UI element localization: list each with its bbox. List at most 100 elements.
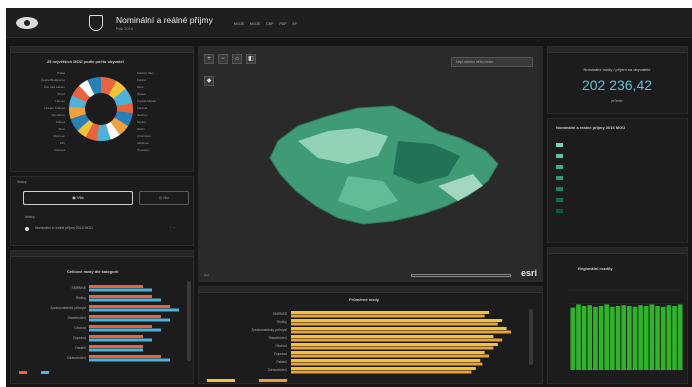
map-search-input[interactable]: Najít adresu nebo místo [451, 57, 533, 67]
esri-logo: esri [520, 268, 537, 278]
donut-label: Prostějov [137, 148, 150, 152]
page-subtitle: Rok 2016 [116, 26, 134, 31]
regional-bar [604, 304, 610, 370]
scrollbar[interactable] [187, 281, 191, 361]
donut-label: Karviná [137, 106, 148, 110]
avg-bar [291, 367, 476, 370]
regional-bar [627, 306, 632, 370]
avg-bar [291, 314, 485, 318]
legend-swatch [556, 209, 563, 213]
kpi-value: 202 236,42 [581, 77, 653, 93]
country-shape [269, 105, 499, 225]
home-button[interactable]: ⌂ [232, 54, 242, 64]
donut-label: Jablonec [137, 141, 150, 145]
map-attribution: Esri [204, 273, 210, 277]
legend-item [556, 165, 567, 169]
avg-tick-label: Ostatní [276, 360, 287, 364]
avg-bar [291, 351, 485, 354]
legend-swatch [19, 371, 27, 374]
avg-bar [291, 343, 498, 346]
legend-swatch [556, 154, 563, 158]
donut-title: 25 největších MOÚ podle počtu obyvatel [47, 59, 124, 64]
category-bar [89, 358, 170, 362]
legend-swatch [41, 371, 49, 374]
category-bar [89, 315, 161, 318]
legend-swatch [207, 379, 235, 382]
regional-bar [576, 304, 581, 370]
regional-bar-chart [570, 289, 684, 371]
basemap-button[interactable]: ◧ [246, 54, 256, 64]
nav-item[interactable]: MOJE [250, 22, 260, 26]
avg-bar [291, 322, 498, 326]
top-municipalities-panel: 25 největších MOÚ podle počtu obyvatel P… [10, 46, 194, 172]
category-bar [89, 345, 143, 348]
legend-swatch [259, 379, 287, 382]
emblem-icon [89, 15, 103, 31]
regional-panel: Regionální rozdíly [547, 247, 688, 384]
map-legend-panel: Nominální a reálné příjmy 2016 MOÚ [547, 118, 688, 243]
donut-label: Brno [58, 127, 65, 131]
panel-header [199, 287, 542, 293]
category-bar [89, 328, 161, 332]
regional-bar [677, 304, 683, 370]
regional-bar [598, 306, 604, 370]
category-bar [89, 305, 170, 308]
category-bar [89, 298, 161, 302]
select-none-button[interactable]: ◎ Nic [139, 191, 189, 205]
nav-item[interactable]: PDF [279, 22, 286, 26]
legend-title: Nominální a reálné příjmy 2016 MOÚ [556, 125, 626, 130]
avg-bar [291, 330, 511, 334]
nav-item[interactable]: CBP [266, 22, 273, 26]
regional-bar [587, 305, 593, 370]
donut-label: Teplice [137, 120, 147, 124]
legend-item [556, 209, 567, 213]
category-bar [89, 338, 152, 342]
regional-bar [638, 305, 643, 370]
category-bar [89, 285, 143, 288]
category-tick-label: Zpracovatelský průmysl [50, 306, 86, 310]
avg-bar [291, 370, 472, 374]
layers-header: Vrstvy [17, 180, 27, 184]
select-all-button[interactable]: ◉ Vše [23, 191, 133, 205]
zoom-in-button[interactable]: + [204, 54, 214, 64]
regional-bar [660, 306, 666, 370]
category-bar [89, 295, 152, 298]
avg-bar [291, 335, 494, 338]
locate-icon[interactable]: ◆ [204, 76, 214, 86]
legend-item [556, 176, 567, 180]
layer-visible-icon[interactable] [25, 227, 29, 231]
header-nav: MOJE MOJE CBP PDF EF [234, 22, 297, 26]
layers-section-label: Vrstvy [25, 215, 35, 219]
legend-swatch [556, 176, 563, 180]
category-tick-label: Zdravotnictví [67, 356, 86, 360]
donut-label: Ústí nad Labem [43, 85, 65, 89]
zoom-out-button[interactable]: − [218, 54, 228, 64]
average-wages-panel: Průměrné mzdy SMRNSE Služby Zpracovatelský… [198, 286, 543, 384]
nav-item[interactable]: EF [293, 22, 298, 26]
average-wages-chart: SMRNSE Služby Zpracovatelský průmysl Staveb… [251, 311, 511, 374]
avg-tick-label: Služby [277, 320, 287, 324]
category-bar [89, 288, 152, 292]
nav-item[interactable]: MOJE [234, 22, 244, 26]
avg-bar [291, 327, 507, 330]
scrollbar[interactable] [529, 309, 533, 365]
avg-tick-label: Doprava [274, 352, 287, 356]
category-bar [89, 308, 179, 312]
category-bar [89, 335, 143, 338]
panel-header [11, 251, 193, 257]
layers-panel: Vrstvy ◉ Vše ◎ Nic Vrstvy Nominální a re… [10, 176, 194, 246]
donut-label: Liberec [55, 99, 65, 103]
category-tick-label: Ostatní [75, 346, 86, 350]
legend-item [556, 187, 567, 191]
avg-tick-label: SMRNSE [272, 312, 287, 316]
legend-item [556, 154, 567, 158]
kpi-panel: Nominální mzdy / příjem na obyvatele 202… [547, 46, 688, 114]
layer-name: Nominální a reálné příjmy 2016 MOÚ [35, 226, 93, 230]
donut-label: Hradec Králové [44, 106, 65, 110]
map-canvas [269, 105, 499, 225]
layer-options-icon[interactable]: ⋮ › [169, 226, 175, 230]
category-tick-label: SMRNSE [71, 286, 86, 290]
page-title: Nominální a reálné příjmy [116, 15, 213, 25]
map-view[interactable]: + − ⌂ ◧ ◆ Najít adresu nebo místo Esri e… [198, 46, 543, 282]
donut-label: Olomouc [52, 134, 65, 138]
